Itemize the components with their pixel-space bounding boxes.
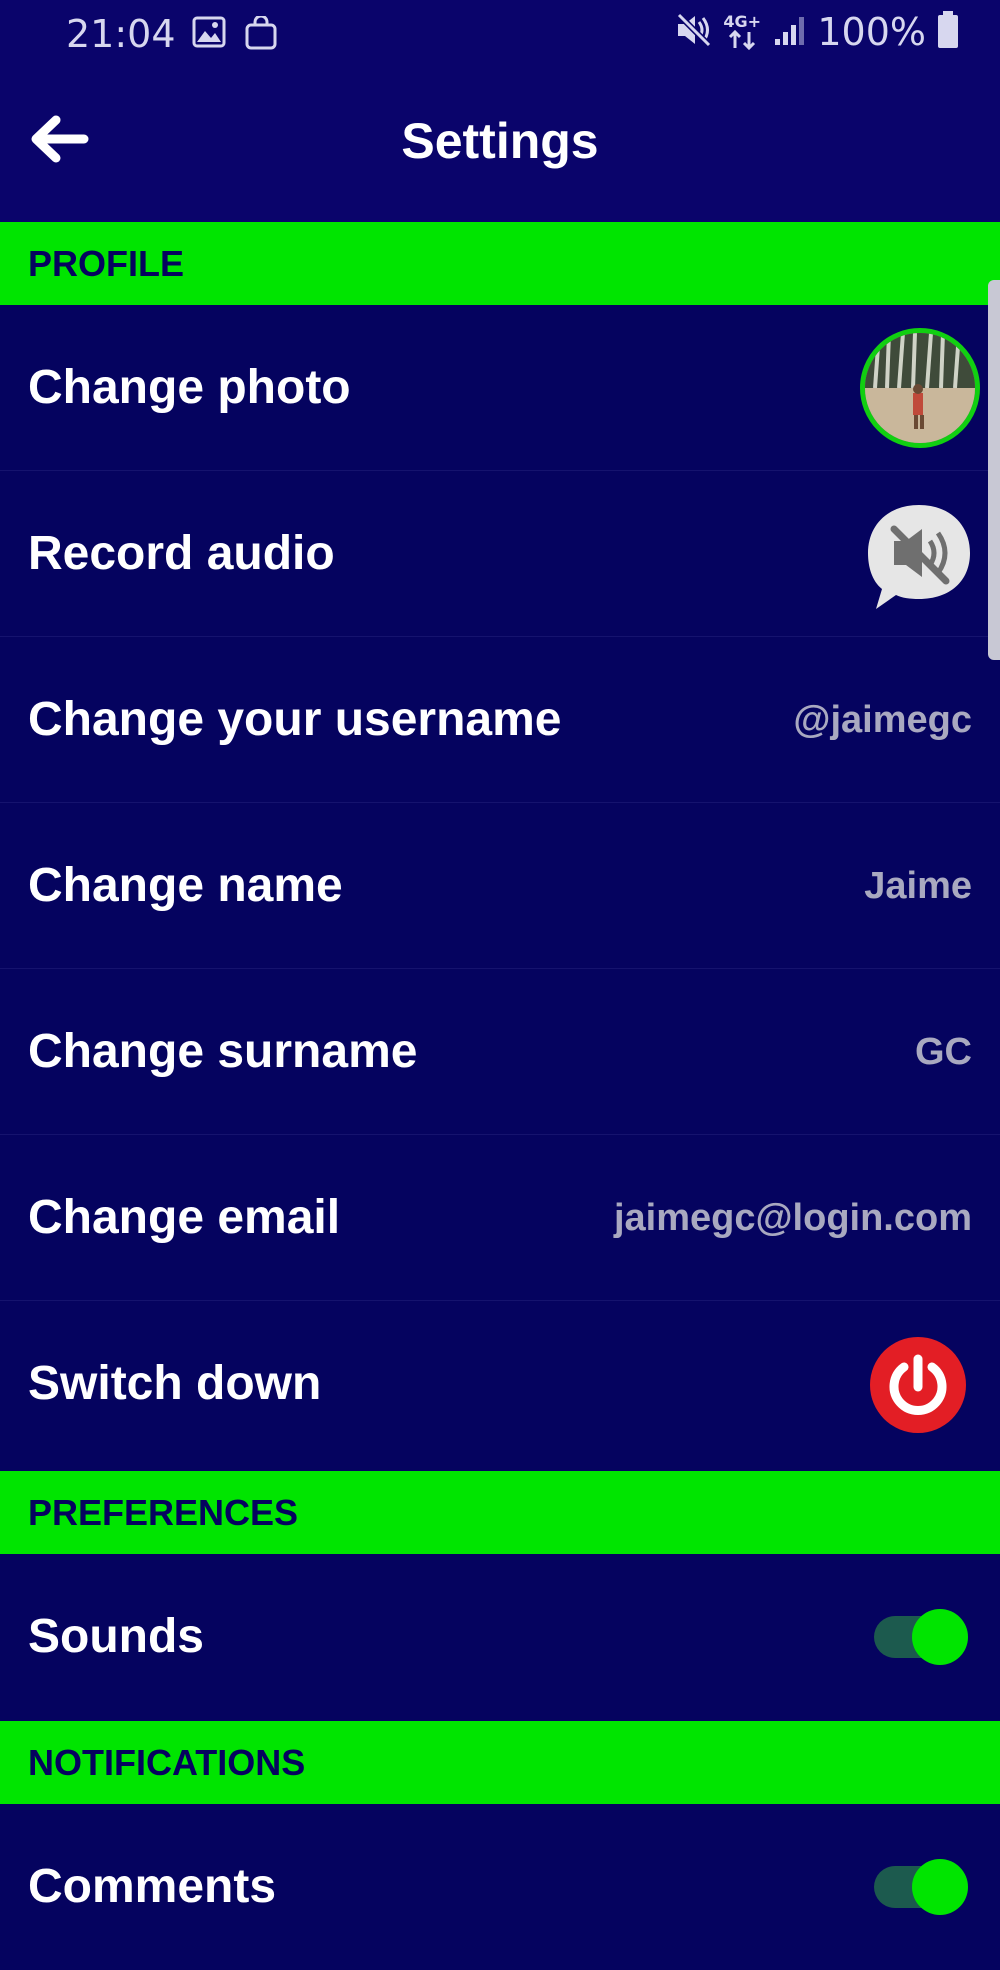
change-photo-row[interactable]: Change photo	[0, 305, 1000, 471]
bag-icon	[244, 14, 278, 54]
username-value: @jaimegc	[793, 699, 972, 741]
power-icon	[889, 1354, 947, 1415]
comments-row: Comments	[0, 1804, 1000, 1922]
status-time: 21:04	[66, 12, 176, 56]
status-bar: 21:04 4G+ 100%	[0, 0, 1000, 66]
change-name-label: Change name	[28, 859, 343, 912]
scrollbar[interactable]	[988, 280, 1000, 660]
section-header-preferences: PREFERENCES	[0, 1471, 1000, 1554]
switch-down-row[interactable]: Switch down	[0, 1301, 1000, 1467]
sounds-toggle[interactable]	[874, 1609, 968, 1665]
surname-value: GC	[915, 1031, 972, 1073]
switch-down-label: Switch down	[28, 1357, 322, 1410]
email-value: jaimegc@login.com	[613, 1197, 972, 1239]
battery-percentage: 100%	[817, 10, 926, 54]
status-right-cluster: 4G+ 100%	[675, 10, 960, 54]
change-name-row[interactable]: Change name Jaime	[0, 803, 1000, 969]
section-header-profile: PROFILE	[0, 222, 1000, 305]
power-button[interactable]	[870, 1337, 966, 1433]
record-audio-label: Record audio	[28, 527, 335, 580]
battery-icon	[936, 11, 960, 53]
record-audio-row[interactable]: Record audio	[0, 471, 1000, 637]
name-value: Jaime	[864, 865, 972, 907]
change-email-row[interactable]: Change email jaimegc@login.com	[0, 1135, 1000, 1301]
sounds-toggle-knob	[912, 1609, 968, 1665]
sounds-label: Sounds	[28, 1610, 204, 1663]
muted-audio-bubble-icon[interactable]	[864, 501, 974, 613]
page-title: Settings	[401, 113, 599, 169]
change-surname-row[interactable]: Change surname GC	[0, 969, 1000, 1135]
image-icon	[192, 16, 226, 52]
signal-icon	[773, 13, 807, 51]
comments-toggle-knob	[912, 1859, 968, 1915]
network-icon: 4G+	[723, 12, 763, 52]
network-type-label: 4G+	[723, 12, 762, 31]
change-email-label: Change email	[28, 1191, 341, 1244]
change-username-label: Change your username	[28, 693, 562, 746]
change-photo-label: Change photo	[28, 361, 351, 414]
mute-icon	[675, 12, 713, 52]
sounds-row: Sounds	[0, 1554, 1000, 1720]
avatar[interactable]	[860, 328, 980, 448]
section-header-notifications: NOTIFICATIONS	[0, 1721, 1000, 1804]
change-username-row[interactable]: Change your username @jaimegc	[0, 637, 1000, 803]
comments-label: Comments	[28, 1860, 277, 1913]
comments-toggle[interactable]	[874, 1859, 968, 1915]
app-bar: Settings	[0, 66, 1000, 222]
change-surname-label: Change surname	[28, 1025, 418, 1078]
